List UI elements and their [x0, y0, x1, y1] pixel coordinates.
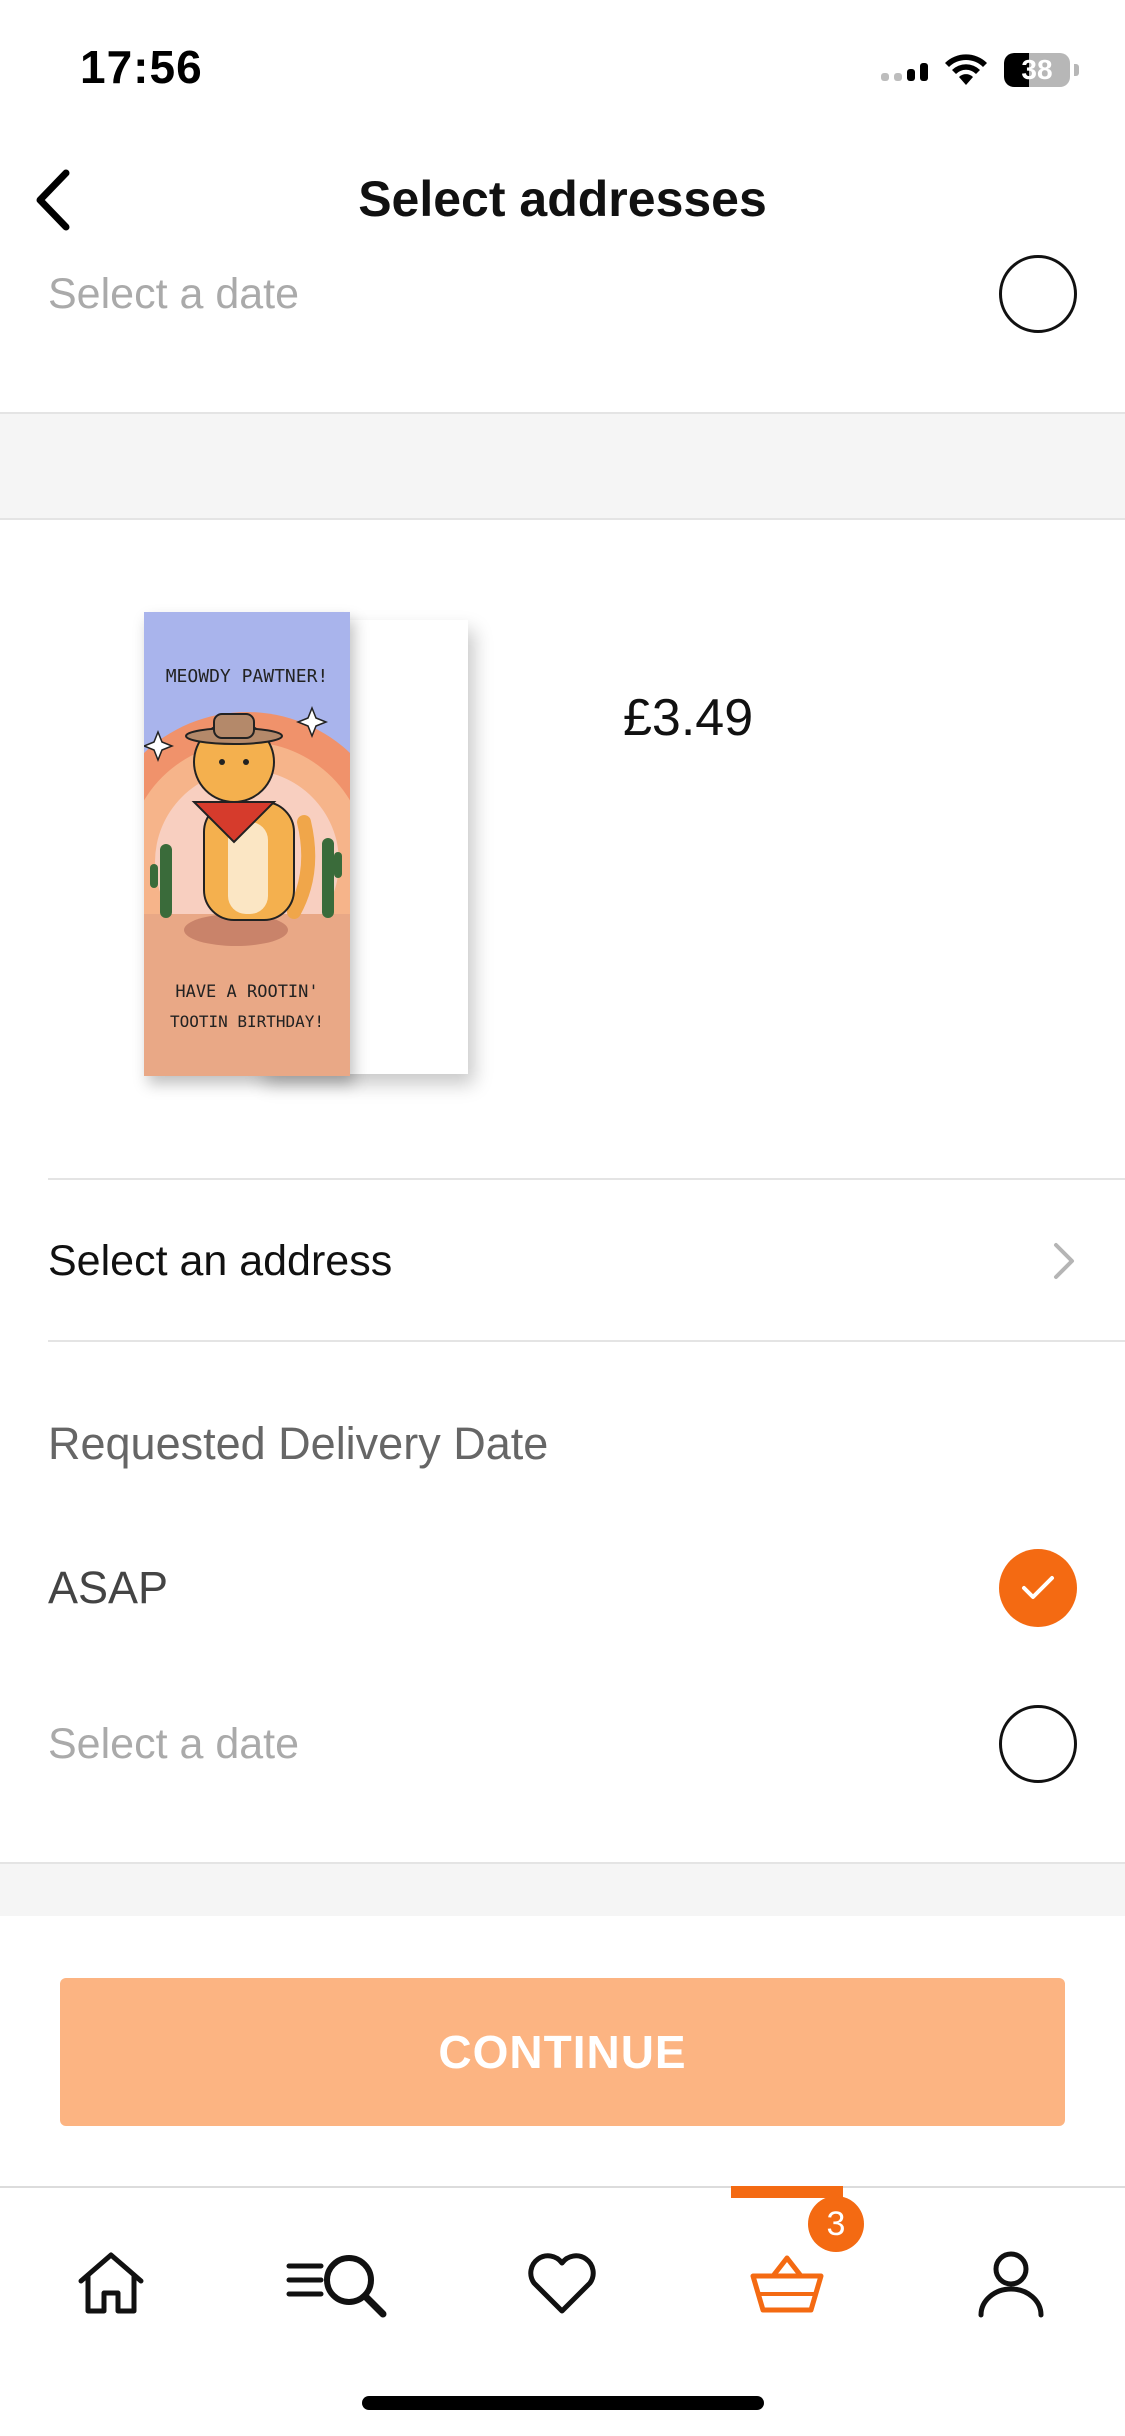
- checkmark-icon: [1022, 1576, 1054, 1599]
- battery-icon: 38: [1004, 53, 1070, 87]
- select-address-row[interactable]: Select an address: [48, 1182, 1077, 1340]
- tab-account[interactable]: [956, 2228, 1066, 2338]
- section-separator: [0, 1864, 1125, 1916]
- card-text-bottom-1: HAVE A ROOTIN': [175, 982, 318, 1002]
- heart-icon: [528, 2253, 596, 2314]
- status-icons: 38: [881, 48, 1079, 92]
- card-text-bottom-2: TOOTIN BIRTHDAY!: [170, 1012, 324, 1031]
- battery-tip: [1074, 64, 1079, 76]
- select-address-label: Select an address: [48, 1236, 393, 1285]
- basket-icon: [750, 2255, 824, 2313]
- requested-delivery-date-label: Requested Delivery Date: [48, 1418, 549, 1469]
- select-date-radio[interactable]: [999, 1705, 1077, 1783]
- status-time: 17:56: [80, 41, 203, 93]
- card-front: MEOWDY PAWTNER! HAVE A ROOTIN' TOOTIN BI…: [144, 612, 350, 1076]
- battery-percentage: 38: [1021, 54, 1053, 85]
- divider: [0, 518, 1125, 520]
- basket-count-badge: 3: [808, 2196, 864, 2252]
- select-date-option[interactable]: Select a date: [48, 1704, 1077, 1784]
- asap-radio-checked[interactable]: [999, 1549, 1077, 1627]
- asap-label: ASAP: [48, 1562, 169, 1613]
- card-text-top: MEOWDY PAWTNER!: [166, 666, 329, 687]
- select-date-label: Select a date: [48, 1719, 300, 1768]
- browse-search-icon: [286, 2255, 387, 2318]
- home-indicator: [362, 2396, 764, 2410]
- cowboy-cat-illustration: MEOWDY PAWTNER! HAVE A ROOTIN' TOOTIN BI…: [144, 612, 350, 1076]
- select-date-option-top[interactable]: Select a date: [48, 254, 1077, 334]
- tab-favourites[interactable]: [507, 2228, 617, 2338]
- page-title: Select addresses: [358, 171, 767, 227]
- home-icon: [78, 2252, 144, 2314]
- asap-option[interactable]: ASAP: [48, 1548, 1077, 1628]
- cellular-signal-icon: [881, 59, 928, 81]
- wifi-icon: [945, 54, 987, 85]
- active-tab-indicator: [731, 2186, 843, 2198]
- select-date-radio[interactable]: [999, 255, 1077, 333]
- product-card-image[interactable]: MEOWDY PAWTNER! HAVE A ROOTIN' TOOTIN BI…: [144, 612, 468, 1076]
- divider: [48, 1178, 1125, 1180]
- tab-browse[interactable]: [278, 2228, 398, 2338]
- select-date-label: Select a date: [48, 269, 300, 318]
- product-price: £3.49: [623, 689, 754, 747]
- chevron-right-icon: [1054, 1243, 1074, 1279]
- nav-header: Select addresses: [0, 140, 1125, 260]
- account-icon: [978, 2251, 1044, 2318]
- continue-button[interactable]: CONTINUE: [60, 1978, 1065, 2126]
- section-separator: [0, 414, 1125, 518]
- divider: [48, 1340, 1125, 1342]
- status-bar: 17:56 38: [0, 0, 1125, 140]
- tab-home[interactable]: [56, 2228, 166, 2338]
